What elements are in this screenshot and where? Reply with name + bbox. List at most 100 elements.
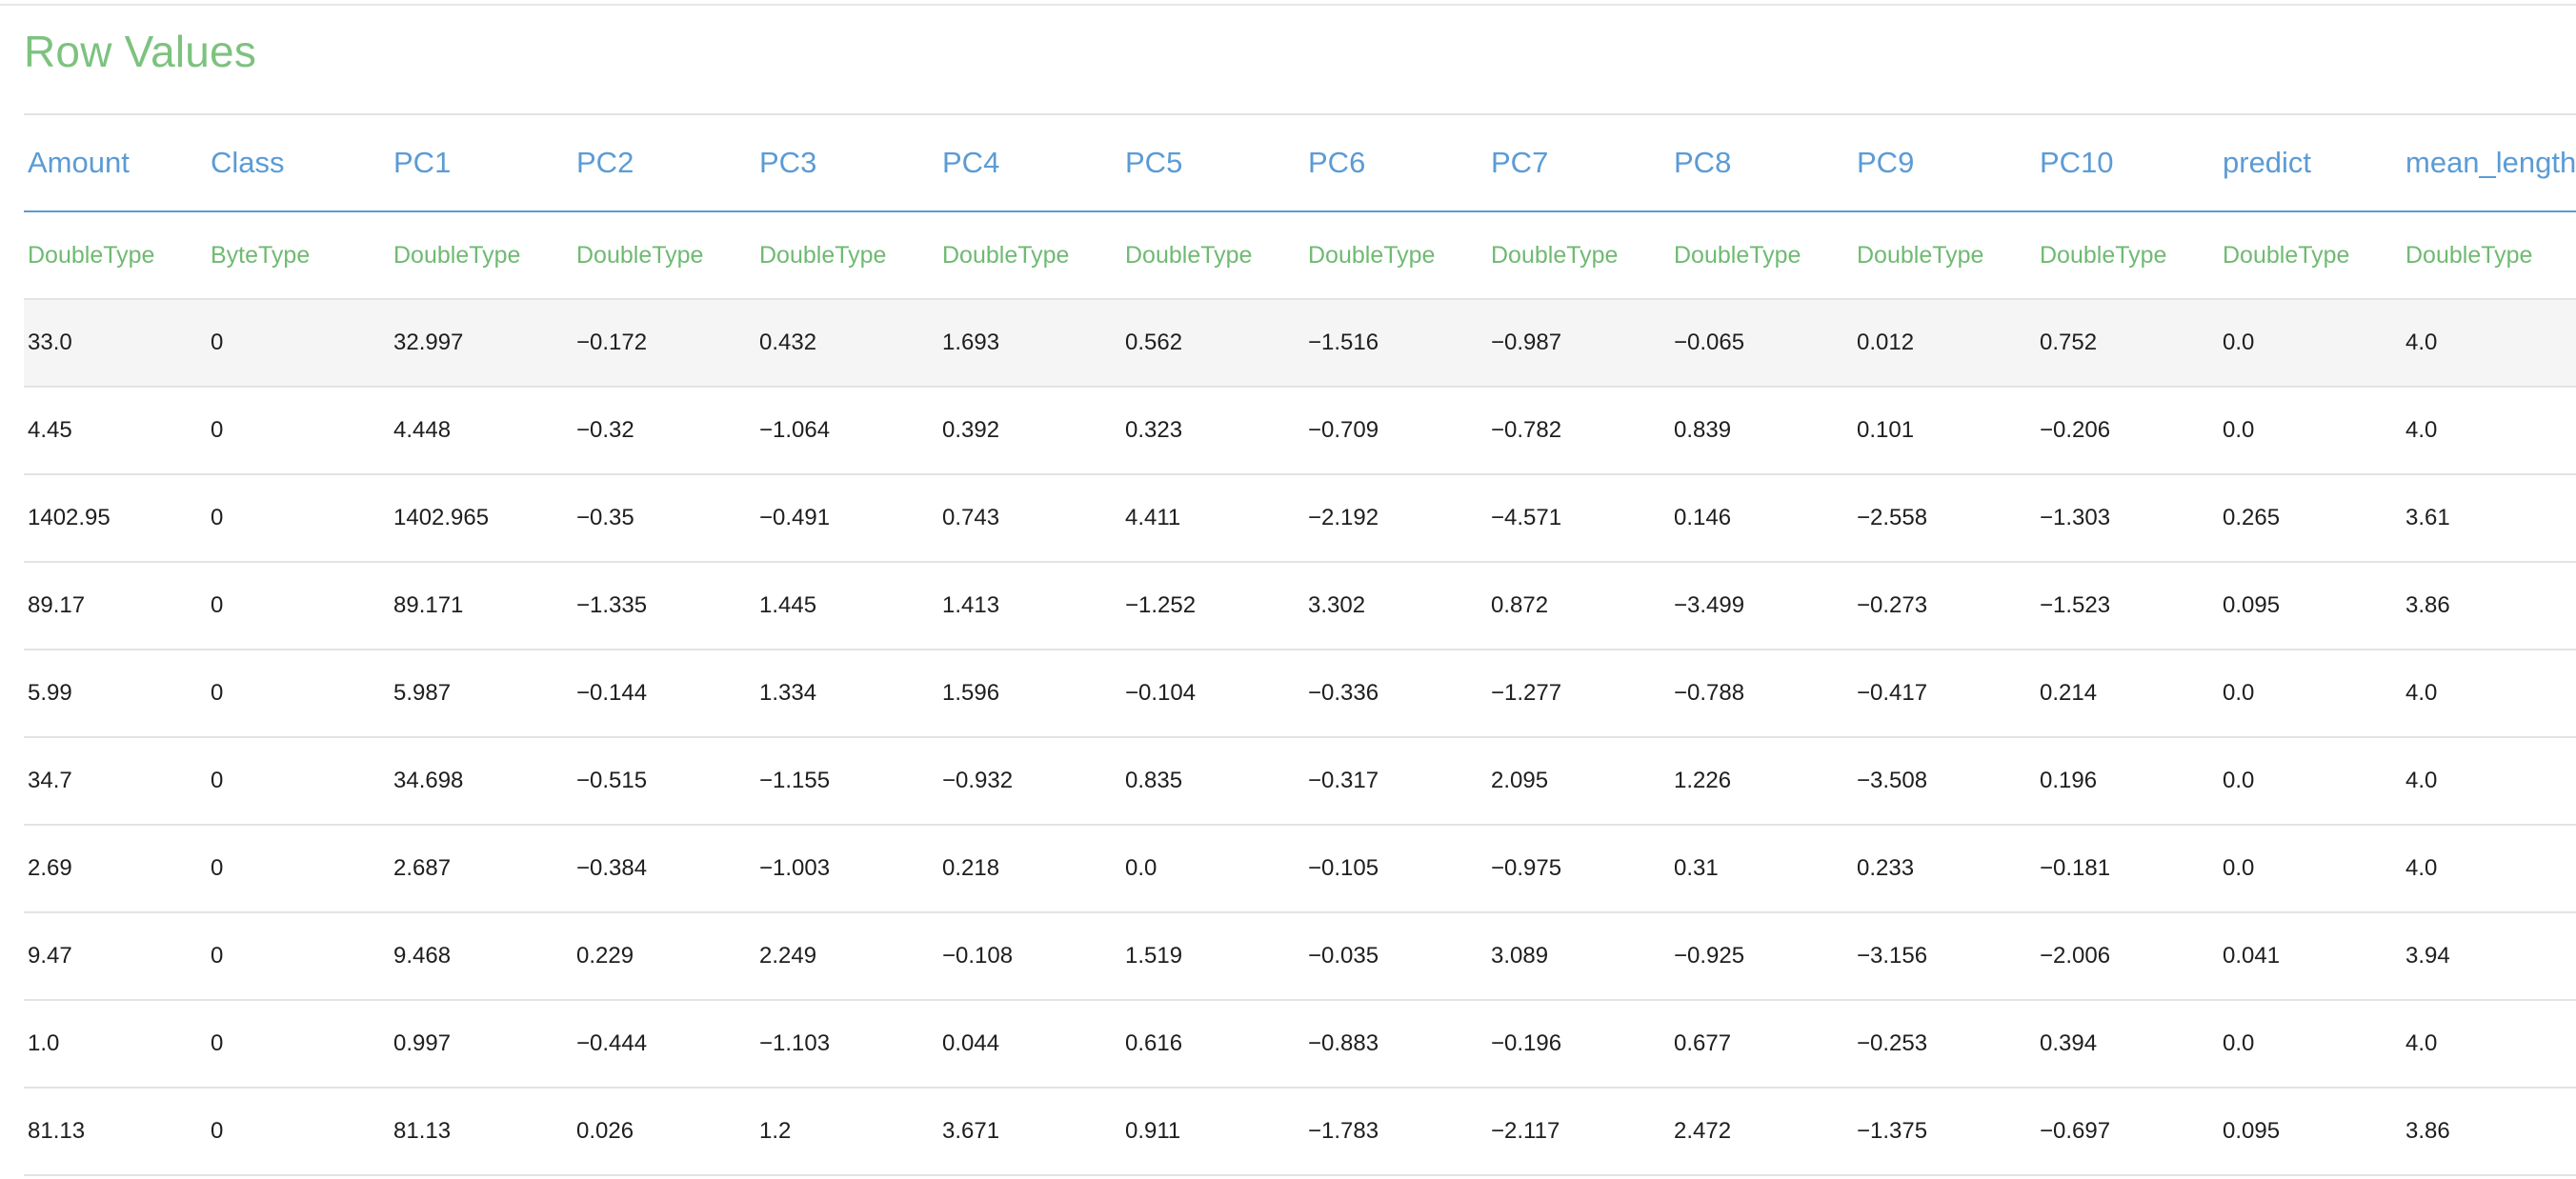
table-cell: −4.571 [1487, 474, 1670, 563]
table-cell: 5.99 [24, 649, 207, 738]
table-cell: −0.975 [1487, 825, 1670, 913]
table-cell: 0.026 [573, 1088, 755, 1176]
table-cell: 0.743 [938, 474, 1121, 563]
table-cell: −0.987 [1487, 299, 1670, 388]
table-cell: 0.31 [1670, 825, 1853, 913]
table-cell: −1.516 [1304, 299, 1487, 388]
table-cell: 0.0 [2219, 825, 2402, 913]
column-header-pc7: PC7 [1487, 115, 1670, 212]
table-cell: −0.108 [938, 912, 1121, 1001]
table-cell: 81.13 [390, 1088, 573, 1176]
table-cell: 4.0 [2402, 649, 2576, 738]
table-cell: 4.0 [2402, 737, 2576, 826]
column-header-class: Class [207, 115, 390, 212]
table-row: 1402.95 0 1402.965 −0.35 −0.491 0.743 4.411 −2.… [24, 474, 2576, 563]
column-type-label: ByteType [207, 211, 390, 300]
table-cell: −0.788 [1670, 649, 1853, 738]
table-cell: 0 [207, 299, 390, 388]
table-cell: −2.117 [1487, 1088, 1670, 1176]
table-cell: 33.0 [24, 299, 207, 388]
table-cell: 0 [207, 1088, 390, 1176]
table-row: 2.69 0 2.687 −0.384 −1.003 0.218 0.0 −0.105 −0.9… [24, 825, 2576, 913]
table-cell: 0.0 [2219, 387, 2402, 475]
column-type-row: DoubleType ByteType DoubleType DoubleType Do… [24, 211, 2576, 300]
table-cell: −1.303 [2036, 474, 2219, 563]
table-cell: −3.156 [1853, 912, 2036, 1001]
column-type-label: DoubleType [755, 211, 938, 300]
column-header-predict: predict [2219, 115, 2402, 212]
table-cell: 1402.95 [24, 474, 207, 563]
table-cell: −0.417 [1853, 649, 2036, 738]
table-cell: 0.911 [1121, 1088, 1304, 1176]
table-cell: 0.432 [755, 299, 938, 388]
table-cell: 3.089 [1487, 912, 1670, 1001]
table-cell: −0.196 [1487, 1000, 1670, 1089]
table-cell: 2.249 [755, 912, 938, 1001]
table-cell: 3.61 [2402, 474, 2576, 563]
table-cell: 89.171 [390, 562, 573, 650]
table-cell: 4.45 [24, 387, 207, 475]
table-cell: 1402.965 [390, 474, 573, 563]
table-row: 1.0 0 0.997 −0.444 −1.103 0.044 0.616 −0.883 −0.… [24, 1000, 2576, 1089]
table-cell: −0.35 [573, 474, 755, 563]
table-cell: −1.103 [755, 1000, 938, 1089]
table-cell: −0.065 [1670, 299, 1853, 388]
table-row: 33.0 0 32.997 −0.172 0.432 1.693 0.562 −1.516 −0… [24, 299, 2576, 388]
table-row: 4.45 0 4.448 −0.32 −1.064 0.392 0.323 −0.709 −0.… [24, 387, 2576, 475]
table-row: 9.47 0 9.468 0.229 2.249 −0.108 1.519 −0.035 3.0… [24, 912, 2576, 1001]
table-cell: 4.411 [1121, 474, 1304, 563]
table-cell: 2.472 [1670, 1088, 1853, 1176]
table-cell: 0.196 [2036, 737, 2219, 826]
column-type-label: DoubleType [24, 211, 207, 300]
table-cell: −2.558 [1853, 474, 2036, 563]
column-type-label: DoubleType [1670, 211, 1853, 300]
column-header-pc1: PC1 [390, 115, 573, 212]
table-cell: 1.693 [938, 299, 1121, 388]
table-cell: 3.671 [938, 1088, 1121, 1176]
table-cell: 0 [207, 474, 390, 563]
table-cell: 0.0 [2219, 299, 2402, 388]
column-type-label: DoubleType [573, 211, 755, 300]
table-cell: −0.782 [1487, 387, 1670, 475]
table-cell: 0.101 [1853, 387, 2036, 475]
table-cell: 4.0 [2402, 387, 2576, 475]
table-cell: −0.206 [2036, 387, 2219, 475]
table-cell: −0.883 [1304, 1000, 1487, 1089]
table-cell: 0.095 [2219, 562, 2402, 650]
table-cell: −1.252 [1121, 562, 1304, 650]
table-cell: −0.697 [2036, 1088, 2219, 1176]
table-cell: 4.0 [2402, 299, 2576, 388]
table-cell: 0 [207, 737, 390, 826]
column-header-pc8: PC8 [1670, 115, 1853, 212]
column-type-label: DoubleType [2219, 211, 2402, 300]
table-cell: −2.006 [2036, 912, 2219, 1001]
section-title: Row Values [24, 27, 257, 76]
table-cell: 2.687 [390, 825, 573, 913]
top-divider [0, 4, 2576, 6]
table-cell: 32.997 [390, 299, 573, 388]
table-cell: 0 [207, 825, 390, 913]
table-cell: −0.253 [1853, 1000, 2036, 1089]
column-type-label: DoubleType [1853, 211, 2036, 300]
table-cell: −0.444 [573, 1000, 755, 1089]
column-type-label: DoubleType [390, 211, 573, 300]
table-cell: 0.214 [2036, 649, 2219, 738]
table-body: DoubleType ByteType DoubleType DoubleType Do… [24, 211, 2576, 1176]
table-cell: 0.752 [2036, 299, 2219, 388]
table-cell: 0.392 [938, 387, 1121, 475]
table-cell: 0.835 [1121, 737, 1304, 826]
table-cell: 9.47 [24, 912, 207, 1001]
column-type-label: DoubleType [938, 211, 1121, 300]
table-cell: 0.044 [938, 1000, 1121, 1089]
table-cell: −1.375 [1853, 1088, 2036, 1176]
table-cell: −0.925 [1670, 912, 1853, 1001]
table-cell: 0 [207, 649, 390, 738]
column-header-row: Amount Class PC1 PC2 PC3 PC4 PC5 PC6 PC7 PC8 PC9 PC… [24, 115, 2576, 212]
table-cell: 1.519 [1121, 912, 1304, 1001]
table-cell: 0.0 [1121, 825, 1304, 913]
column-type-label: DoubleType [1121, 211, 1304, 300]
table-cell: −0.105 [1304, 825, 1487, 913]
table-cell: −3.508 [1853, 737, 2036, 826]
table-cell: 1.2 [755, 1088, 938, 1176]
column-header-amount: Amount [24, 115, 207, 212]
